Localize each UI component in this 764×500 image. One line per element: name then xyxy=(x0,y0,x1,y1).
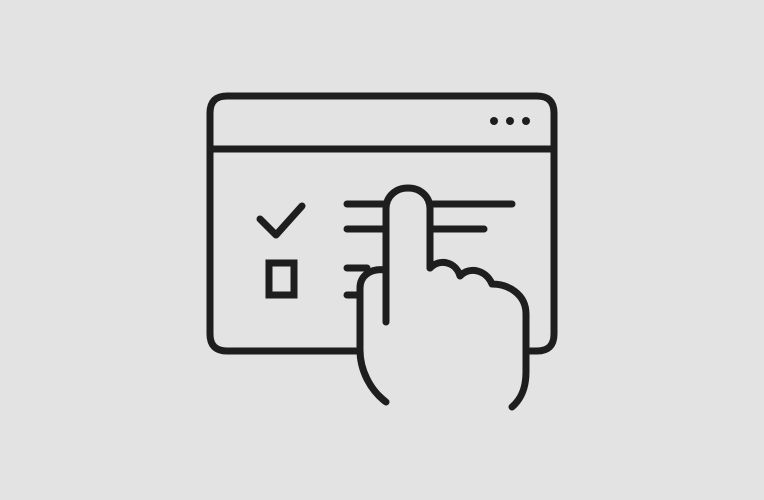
menu-dot xyxy=(490,117,498,125)
menu-dots-icon xyxy=(490,117,530,125)
illustration-canvas xyxy=(0,0,764,500)
browser-checklist-illustration xyxy=(0,0,764,500)
menu-dot xyxy=(506,117,514,125)
menu-dot xyxy=(522,117,530,125)
background xyxy=(0,0,764,500)
